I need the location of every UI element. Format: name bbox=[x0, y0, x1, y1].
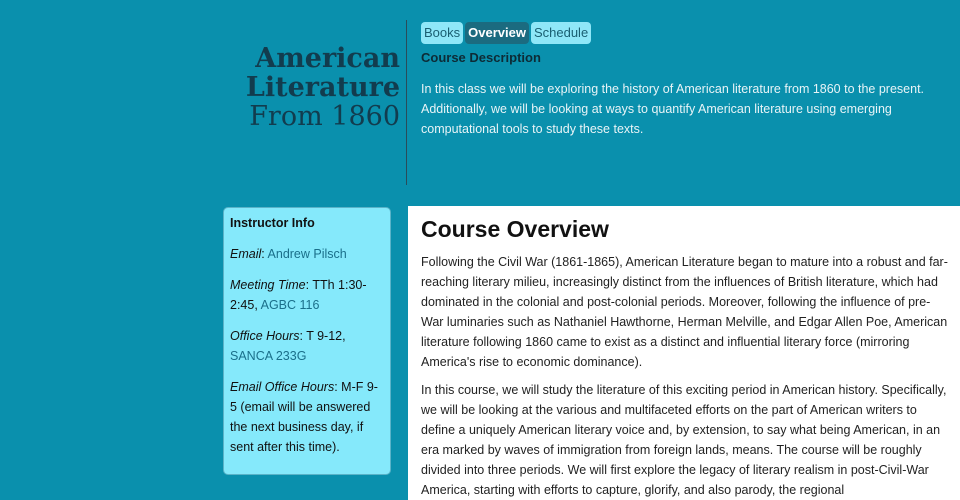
course-description-heading: Course Description bbox=[421, 50, 541, 65]
email-office-hours-label: Email Office Hours bbox=[230, 380, 335, 394]
site-title: American Literature From 1860 bbox=[230, 44, 400, 131]
site-title-line-1: American bbox=[255, 43, 400, 74]
site-title-line-2: Literature bbox=[245, 72, 400, 103]
header-divider bbox=[406, 20, 407, 185]
instructor-info-panel: Instructor Info Email: Andrew Pilsch Mee… bbox=[223, 207, 391, 475]
overview-paragraph-2: In this course, we will study the litera… bbox=[421, 383, 947, 497]
meeting-time-row: Meeting Time: TTh 1:30-2:45, AGBC 116 bbox=[230, 278, 367, 312]
meeting-time-label: Meeting Time bbox=[230, 278, 306, 292]
course-overview-heading: Course Overview bbox=[421, 216, 609, 242]
email-link[interactable]: Andrew Pilsch bbox=[268, 247, 347, 261]
email-office-hours-row: Email Office Hours: M-F 9-5 (email will … bbox=[230, 380, 378, 454]
tab-overview[interactable]: Overview bbox=[465, 22, 529, 44]
nav-tabs: Books Overview Schedule bbox=[421, 22, 592, 44]
site-title-line-3: From 1860 bbox=[249, 101, 400, 132]
office-hours-value: T 9-12, bbox=[306, 329, 346, 343]
tab-books[interactable]: Books bbox=[421, 22, 464, 44]
email-row: Email: Andrew Pilsch bbox=[230, 247, 347, 261]
email-label: Email bbox=[230, 247, 262, 261]
office-hours-label: Office Hours bbox=[230, 329, 300, 343]
meeting-location-link[interactable]: AGBC 116 bbox=[261, 298, 320, 312]
course-description-text: In this class we will be exploring the h… bbox=[421, 82, 925, 136]
tab-schedule[interactable]: Schedule bbox=[530, 22, 592, 44]
office-hours-row: Office Hours: T 9-12, SANCA 233G bbox=[230, 329, 346, 363]
office-location-link[interactable]: SANCA 233G bbox=[230, 349, 306, 363]
instructor-info-heading: Instructor Info bbox=[230, 216, 315, 230]
overview-paragraph-1: Following the Civil War (1861-1865), Ame… bbox=[421, 255, 948, 369]
course-overview-panel: Course Overview Following the Civil War … bbox=[408, 206, 960, 500]
